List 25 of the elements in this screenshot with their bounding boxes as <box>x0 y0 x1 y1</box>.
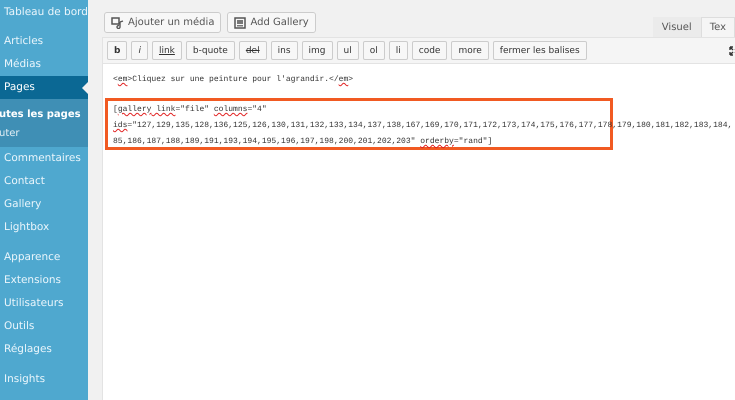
sidebar-item[interactable]: Pages <box>0 76 88 99</box>
editor-tab[interactable]: Tex <box>700 17 735 37</box>
quicktag-button[interactable]: ol <box>362 41 385 60</box>
code-line: <em>Cliquez sur une peinture pour l'agrandir.</em> <box>113 74 354 86</box>
code-line: 85,186,187,188,189,191,193,194,195,196,197,198,200,201,202,203" orderby="rand"] <box>113 136 494 148</box>
code-line: [gallery link="file" columns="4" <box>113 104 268 116</box>
text-editor[interactable] <box>102 64 735 400</box>
quicktag-button[interactable]: ins <box>270 41 298 60</box>
quicktag-button[interactable]: fermer les balises <box>492 41 587 60</box>
media-button[interactable]: Add Gallery <box>227 12 316 33</box>
quicktag-button[interactable]: code <box>412 41 448 60</box>
quicktag-button[interactable]: del <box>238 41 267 60</box>
quicktag-button[interactable]: img <box>302 41 332 60</box>
submenu-item[interactable]: utes les pages <box>0 105 88 124</box>
gallery-icon <box>234 16 246 28</box>
quicktag-button[interactable]: ul <box>336 41 359 60</box>
quicktag-button[interactable]: b <box>107 41 128 60</box>
quicktag-button[interactable]: li <box>388 41 408 60</box>
media-button[interactable]: Ajouter un média <box>104 12 222 33</box>
quicktag-button[interactable]: i <box>131 41 148 60</box>
quicktag-button[interactable]: more <box>451 41 489 60</box>
editor-tab[interactable]: Visuel <box>652 17 701 37</box>
quicktag-button[interactable]: b-quote <box>186 41 235 60</box>
quicktag-button[interactable]: link <box>152 41 182 60</box>
media-icon <box>111 16 124 28</box>
